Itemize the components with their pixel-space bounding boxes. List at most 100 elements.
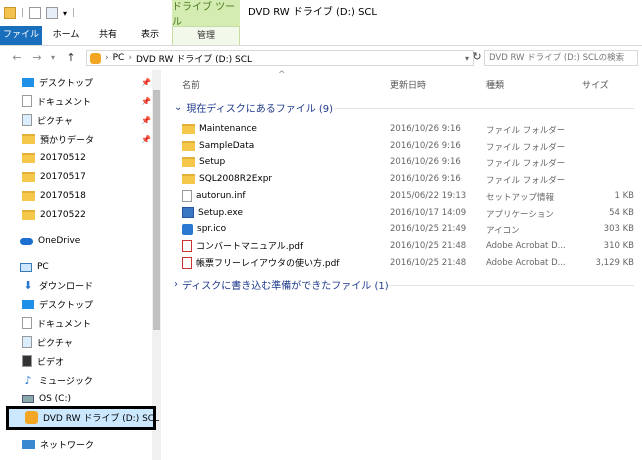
- file-name-cell: 帳票フリーレイアウタの使い方.pdf: [182, 255, 339, 271]
- sidebar-item-os-c[interactable]: OS (C:): [22, 391, 71, 407]
- sidebar-item-label: ビデオ: [37, 357, 65, 368]
- sidebar-item-pc-pictures[interactable]: ピクチャ: [22, 334, 73, 350]
- file-date: 2016/10/26 9:16: [390, 174, 461, 185]
- group-label: ディスクに書き込む準備ができたファイル (1): [182, 281, 389, 292]
- file-list: 名前 ^ 更新日時 種類 サイズ ⌄ 現在ディスクにあるファイル (9) Mai…: [166, 70, 642, 460]
- group-pending-files[interactable]: › ディスクに書き込む準備ができたファイル (1): [174, 277, 389, 292]
- column-header-name[interactable]: 名前: [182, 78, 200, 91]
- up-arrow-icon[interactable]: ↑: [64, 51, 78, 65]
- table-row[interactable]: spr.ico 2016/10/25 21:49 アイコン 303 KB: [182, 221, 642, 237]
- file-name: autorun.inf: [196, 190, 246, 201]
- chevron-down-icon[interactable]: ▾: [63, 9, 67, 18]
- table-row[interactable]: Setup 2016/10/26 9:16 ファイル フォルダー: [182, 154, 642, 170]
- sidebar-item-label: ピクチャ: [37, 116, 73, 127]
- sidebar-item-documents[interactable]: ドキュメント: [22, 93, 91, 109]
- pin-icon[interactable]: 📌: [141, 97, 151, 106]
- sidebar-item-20170512[interactable]: 20170512: [22, 150, 86, 166]
- file-type: アプリケーション: [486, 209, 554, 220]
- file-date: 2016/10/25 21:49: [390, 224, 467, 235]
- tab-home[interactable]: ホーム: [46, 26, 86, 45]
- recent-chevron-icon[interactable]: ▾: [46, 51, 60, 65]
- pdf-icon: [182, 256, 192, 269]
- sidebar-scroll-thumb[interactable]: [153, 90, 160, 330]
- navigation-bar: ← → ▾ ↑ › PC › DVD RW ドライブ (D:) SCL ▾ ↻ …: [0, 46, 642, 70]
- sidebar-item-pc-documents[interactable]: ドキュメント: [22, 315, 91, 331]
- group-current-files[interactable]: ⌄ 現在ディスクにあるファイル (9): [174, 100, 333, 115]
- sidebar-item-label: デスクトップ: [39, 78, 94, 89]
- sidebar-item-20170522[interactable]: 20170522: [22, 207, 86, 223]
- sidebar-item-azukari[interactable]: 預かりデータ: [22, 131, 94, 147]
- file-type: ファイル フォルダー: [486, 126, 566, 136]
- sidebar-item-label: 20170512: [40, 153, 86, 163]
- table-row[interactable]: コンバートマニュアル.pdf 2016/10/25 21:48 Adobe Acro…: [182, 238, 642, 254]
- file-size: 54 KB: [609, 207, 634, 218]
- refresh-icon[interactable]: ↻: [470, 50, 484, 64]
- file-name: spr.ico: [197, 224, 227, 235]
- table-row[interactable]: Setup.exe 2016/10/17 14:09 アプリケーション 54 KB: [182, 205, 642, 221]
- sidebar-item-pc-desktop[interactable]: デスクトップ: [22, 296, 93, 312]
- properties-icon[interactable]: [29, 7, 42, 19]
- search-input[interactable]: DVD RW ドライブ (D:) SCLの検索: [484, 50, 638, 66]
- disk-icon: [22, 395, 34, 403]
- file-name: Setup: [199, 157, 226, 168]
- sidebar-item-onedrive[interactable]: OneDrive: [20, 233, 80, 249]
- sidebar-item-music[interactable]: ♪ ミュージック: [22, 372, 92, 388]
- table-row[interactable]: autorun.inf 2015/06/22 19:13 セットアップ情報 1 KB: [182, 188, 642, 204]
- table-row[interactable]: Maintenance 2016/10/26 9:16 ファイル フォルダー: [182, 121, 642, 137]
- separator: |: [72, 8, 76, 18]
- tab-view[interactable]: 表示: [130, 26, 170, 45]
- quick-access-toolbar: | ▾ |: [4, 4, 75, 22]
- address-bar[interactable]: › PC › DVD RW ドライブ (D:) SCL ▾: [86, 50, 474, 66]
- pdf-icon: [182, 239, 192, 252]
- sidebar-item-pictures[interactable]: ピクチャ: [22, 112, 73, 128]
- folder-icon: [22, 191, 35, 201]
- sidebar-item-label: ピクチャ: [37, 338, 73, 349]
- music-icon: ♪: [24, 373, 32, 387]
- sidebar-item-20170518[interactable]: 20170518: [22, 188, 86, 204]
- file-name-cell: SQL2008R2Expr: [182, 171, 272, 187]
- sidebar-item-downloads[interactable]: ⬇ ダウンロード: [22, 277, 93, 293]
- video-icon: [22, 355, 32, 367]
- breadcrumb-drive[interactable]: DVD RW ドライブ (D:) SCL: [136, 52, 252, 65]
- tab-share[interactable]: 共有: [88, 26, 128, 45]
- sidebar-item-20170517[interactable]: 20170517: [22, 169, 86, 185]
- tab-manage[interactable]: 管理: [172, 26, 240, 45]
- sidebar-item-dvd-drive[interactable]: DVD RW ドライブ (D:) SCL: [6, 406, 159, 430]
- pin-icon[interactable]: 📌: [141, 116, 151, 125]
- dvd-icon: [90, 52, 101, 64]
- sidebar-item-videos[interactable]: ビデオ: [22, 353, 64, 369]
- file-name-cell: Setup.exe: [182, 205, 243, 221]
- separator: |: [21, 8, 25, 18]
- back-arrow-icon[interactable]: ←: [10, 51, 24, 65]
- breadcrumb-pc[interactable]: PC: [113, 53, 125, 63]
- file-size: 1 KB: [614, 190, 634, 201]
- folder-icon[interactable]: [4, 7, 16, 19]
- column-header-type[interactable]: 種類: [486, 78, 504, 91]
- sidebar-item-desktop[interactable]: デスクトップ: [22, 74, 93, 90]
- table-row[interactable]: SQL2008R2Expr 2016/10/26 9:16 ファイル フォルダー: [182, 171, 642, 187]
- pin-icon[interactable]: 📌: [141, 78, 151, 87]
- forward-arrow-icon[interactable]: →: [30, 51, 44, 65]
- column-header-date[interactable]: 更新日時: [390, 78, 426, 91]
- file-size: 310 KB: [603, 240, 634, 251]
- file-name: Maintenance: [199, 124, 257, 134]
- pin-icon[interactable]: 📌: [141, 135, 151, 144]
- file-name-cell: コンバートマニュアル.pdf: [182, 238, 303, 254]
- file-name-cell: autorun.inf: [182, 188, 246, 204]
- folder-icon: [182, 157, 195, 168]
- sidebar-item-pc[interactable]: PC: [20, 259, 49, 275]
- new-folder-icon[interactable]: [46, 7, 59, 19]
- file-name: Setup.exe: [198, 207, 244, 218]
- navigation-pane: デスクトップ 📌 ドキュメント 📌 ピクチャ 📌 預かりデータ 📌 201705…: [0, 70, 160, 460]
- tab-file[interactable]: ファイル: [0, 26, 42, 45]
- chevron-right-icon: ›: [105, 53, 109, 63]
- group-label: 現在ディスクにあるファイル (9): [186, 104, 334, 115]
- table-row[interactable]: SampleData 2016/10/26 9:16 ファイル フォルダー: [182, 138, 642, 154]
- table-row[interactable]: 帳票フリーレイアウタの使い方.pdf 2016/10/25 21:48 Adobe …: [182, 255, 642, 271]
- file-name-cell: Setup: [182, 154, 225, 170]
- file-name: SQL2008R2Expr: [199, 174, 273, 185]
- address-dropdown-icon[interactable]: ▾: [465, 54, 469, 63]
- column-header-size[interactable]: サイズ: [582, 78, 609, 91]
- sidebar-item-network[interactable]: ネットワーク: [22, 436, 94, 452]
- folder-icon: [182, 124, 195, 134]
